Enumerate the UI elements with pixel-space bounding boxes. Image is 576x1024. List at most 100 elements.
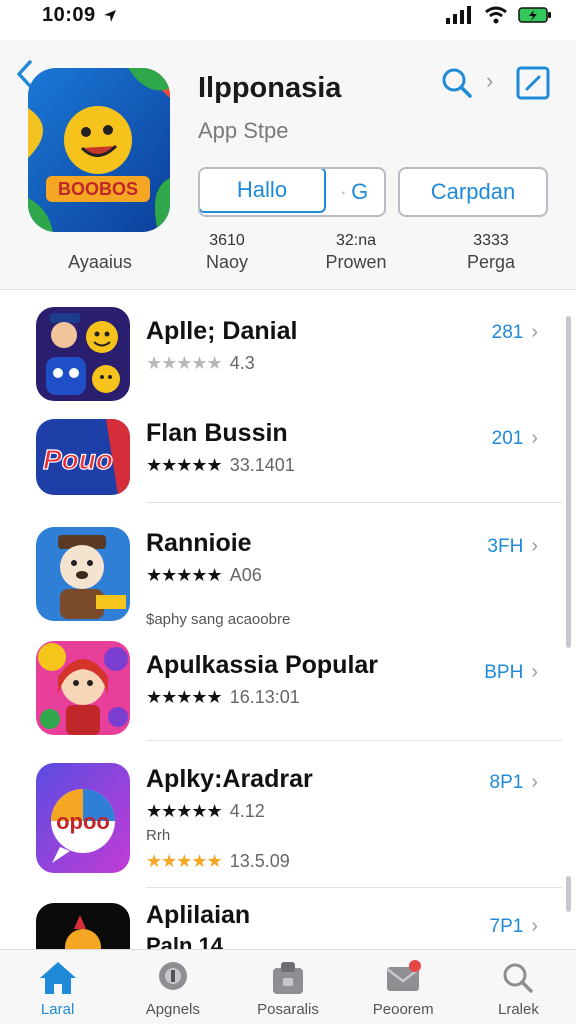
stat-3: 3333 Perga xyxy=(456,232,526,273)
tab-label: Peoorem xyxy=(372,1001,434,1018)
app-title: Flan Bussin xyxy=(146,419,288,447)
tab-label: Lralek xyxy=(497,1001,539,1018)
status-bar: 10:09 xyxy=(0,0,576,40)
app-title: Aplky:Aradrar xyxy=(146,765,313,793)
list-item[interactable]: Rannioie ★★★★★ A06 $aphy sang acaoobre 3… xyxy=(0,525,576,635)
app-rating: ★★★★★ 33.1401 xyxy=(146,455,295,476)
app-title: Apulkassia Popular xyxy=(146,651,379,679)
app-title: Aplilaian xyxy=(146,901,251,929)
price-label: 3FH xyxy=(487,535,524,557)
star-rating-icon: ★★★★★ xyxy=(146,455,223,475)
svg-text:opoo: opoo xyxy=(56,809,110,834)
edit-button[interactable] xyxy=(516,66,550,100)
rating-value: 4.12 xyxy=(229,801,265,821)
apps-icon xyxy=(268,958,308,998)
price-button[interactable]: 281 › xyxy=(492,321,538,344)
price-label: 281 xyxy=(491,321,524,343)
app-list[interactable]: Aplle; Danial ★★★★★ 4.3 281 › Pouo Flan B… xyxy=(0,291,576,949)
tab-label: Apgnels xyxy=(145,1001,200,1018)
list-item[interactable]: Aplilaian Paln 14 7P1 › xyxy=(0,901,576,949)
featured-app-icon[interactable]: BOOBOS xyxy=(28,68,170,232)
stat-1-value: 3610 xyxy=(209,232,245,249)
updates-icon xyxy=(383,958,423,998)
price-label: 201 xyxy=(491,427,524,449)
price-label: BPH xyxy=(484,661,524,683)
star-rating-icon: ★★★★★ xyxy=(146,353,223,373)
app-extra-label: Rrh xyxy=(146,827,171,844)
segment-hallo[interactable]: Hallo xyxy=(200,169,326,213)
campaign-button[interactable]: Carpdan xyxy=(398,167,548,217)
stat-1: 3610 Naoy xyxy=(195,232,259,273)
tab-lralek[interactable]: Lralek xyxy=(461,950,576,1024)
app-title: Rannioie xyxy=(146,529,252,557)
tab-posaralis[interactable]: Posaralis xyxy=(230,950,345,1024)
app-subtitle: App Stpe xyxy=(198,118,289,143)
app-rating-secondary: ★★★★★ 13.5.09 xyxy=(146,851,290,872)
star-rating-icon: ★★★★★ xyxy=(146,801,223,821)
star-rating-icon: ★★★★★ xyxy=(146,565,223,585)
tab-apgnels[interactable]: Apgnels xyxy=(115,950,230,1024)
tab-peoorem[interactable]: Peoorem xyxy=(346,950,461,1024)
stat-2: 32:na Prowen xyxy=(316,232,396,273)
price-button[interactable]: 201 › xyxy=(492,427,538,450)
home-icon xyxy=(38,958,78,998)
rating-value: A06 xyxy=(229,565,262,585)
tab-label: Posaralis xyxy=(257,1001,319,1018)
list-item[interactable]: Apulkassia Popular ★★★★★ 16.13:01 BPH › xyxy=(0,641,576,741)
divider xyxy=(146,740,562,741)
price-label: 8P1 xyxy=(489,771,524,793)
icon-caption: Ayaaius xyxy=(68,252,132,272)
list-item[interactable]: Pouo Flan Bussin ★★★★★ 33.1401 201 › xyxy=(0,417,576,507)
scrollbar[interactable] xyxy=(566,316,571,648)
price-button[interactable]: 3FH › xyxy=(487,535,538,558)
stat-2-value: 32:na xyxy=(335,232,377,249)
tab-bar: Laral Apgnels Posaralis Peoorem Lralek xyxy=(0,949,576,1024)
chevron-right-icon: › xyxy=(531,771,538,793)
chevron-right-icon: › xyxy=(531,427,538,449)
price-button[interactable]: BPH › xyxy=(484,661,538,684)
search-icon xyxy=(498,958,538,998)
wifi-icon xyxy=(484,6,508,29)
stat-3-label: Perga xyxy=(466,252,516,272)
price-button[interactable]: 7P1 › xyxy=(490,915,538,938)
app-icon: opoo xyxy=(36,763,130,873)
app-icon xyxy=(36,903,130,949)
location-icon xyxy=(102,8,118,29)
search-button[interactable] xyxy=(440,66,474,100)
app-header: BOOBOS Ilpponasia App Stpe › Hallo · G Ca… xyxy=(0,40,576,290)
tab-laral[interactable]: Laral xyxy=(0,950,115,1024)
star-rating-icon: ★★★★★ xyxy=(146,851,223,871)
rating-value: 4.3 xyxy=(229,353,255,373)
app-icon xyxy=(36,641,130,735)
chevron-right-icon: › xyxy=(531,661,538,683)
scrollbar-thumb[interactable] xyxy=(566,876,571,912)
app-icon: Pouo xyxy=(36,419,130,495)
compose-icon xyxy=(516,66,550,104)
chevron-right-icon: › xyxy=(531,321,538,343)
app-title: Ilpponasia xyxy=(198,72,342,104)
divider xyxy=(146,887,562,888)
chevron-right-icon: › xyxy=(531,535,538,557)
status-icons xyxy=(446,6,552,29)
signal-icon xyxy=(446,6,474,29)
stat-1-label: Naoy xyxy=(205,252,249,272)
divider xyxy=(146,502,562,503)
app-description: $aphy sang acaoobre xyxy=(146,611,291,628)
app-icon xyxy=(36,307,130,401)
stat-3-value: 3333 xyxy=(473,232,509,249)
app-rating: ★★★★★ 16.13:01 xyxy=(146,687,300,708)
list-item[interactable]: Aplle; Danial ★★★★★ 4.3 281 › xyxy=(0,307,576,407)
svg-text:Pouo: Pouo xyxy=(43,444,113,475)
list-item[interactable]: opoo Aplky:Aradrar ★★★★★ 4.12 Rrh ★★★★★ … xyxy=(0,761,576,881)
status-time: 10:09 xyxy=(42,4,96,26)
app-rating: ★★★★★ A06 xyxy=(146,565,262,586)
price-button[interactable]: 8P1 › xyxy=(490,771,538,794)
search-icon xyxy=(440,68,474,104)
games-icon xyxy=(153,958,193,998)
price-label: 7P1 xyxy=(489,915,524,937)
app-icon xyxy=(36,527,130,621)
segment-g[interactable]: · G xyxy=(324,169,384,215)
app-rating: ★★★★★ 4.3 xyxy=(146,353,255,374)
app-rating: ★★★★★ 4.12 xyxy=(146,801,265,822)
app-subtitle-line: Paln 14 xyxy=(146,933,224,949)
